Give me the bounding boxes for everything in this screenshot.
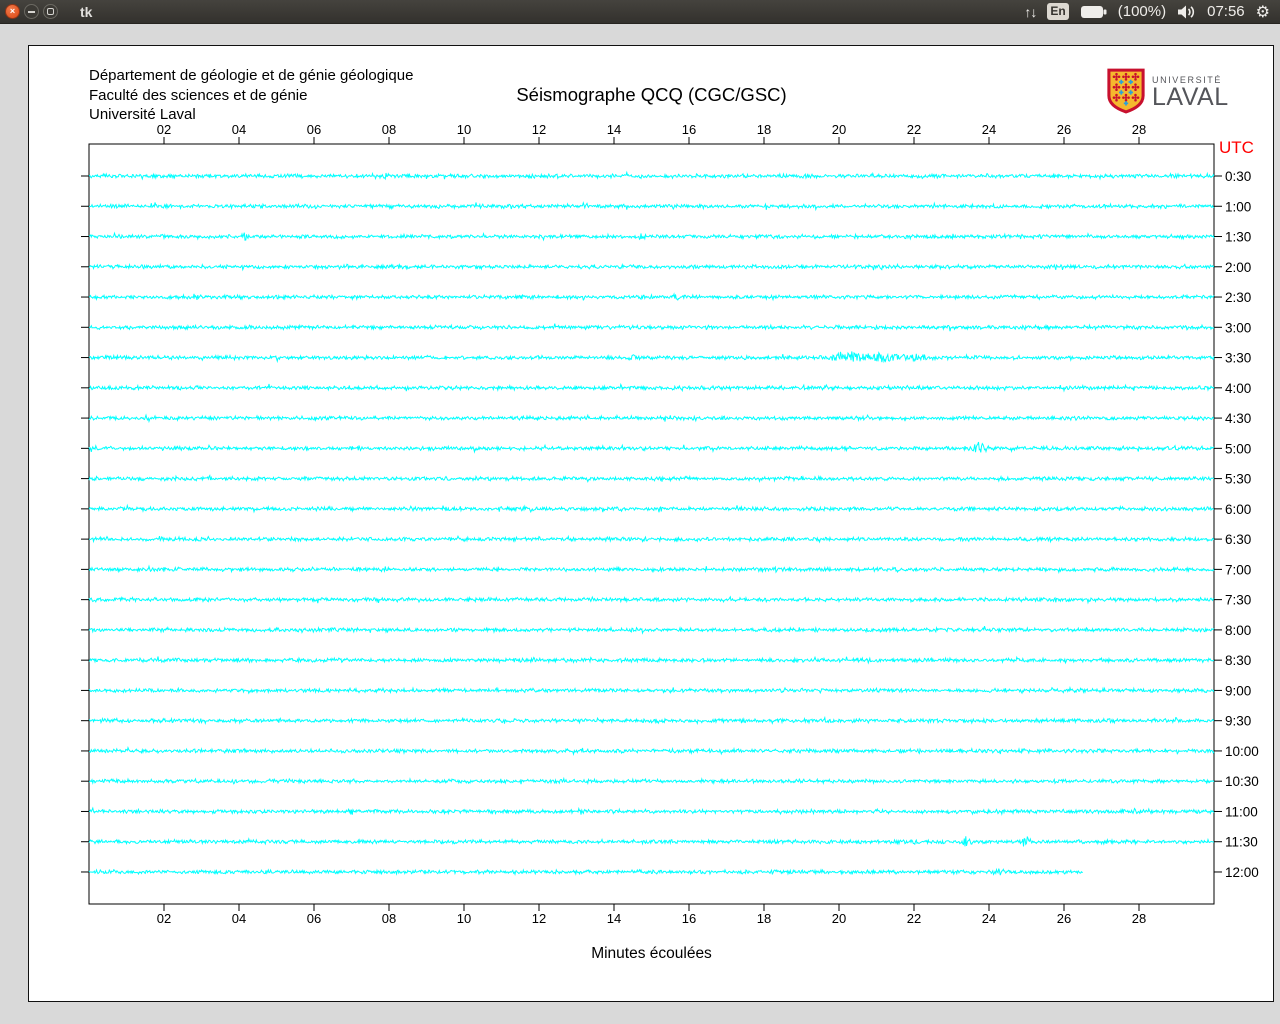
x-tick-label-bottom: 20 (832, 911, 846, 926)
seismogram-trace (88, 806, 1215, 816)
seismogram-trace (88, 746, 1215, 756)
seismogram-trace (88, 625, 1215, 635)
utc-row-label: 9:00 (1225, 683, 1251, 698)
minimize-button[interactable] (24, 4, 39, 19)
utc-row-label: 7:00 (1225, 562, 1251, 577)
utc-row-label: 11:30 (1225, 835, 1258, 850)
seismogram-trace (88, 170, 1215, 181)
utc-row-label: 3:00 (1225, 320, 1251, 335)
x-tick-label-bottom: 28 (1132, 911, 1146, 926)
utc-row-label: 6:30 (1225, 532, 1251, 547)
x-tick-label-top: 06 (307, 122, 321, 137)
seismogram-trace (88, 382, 1215, 393)
volume-icon[interactable] (1177, 5, 1196, 19)
utc-row-label: 1:00 (1225, 199, 1251, 214)
x-tick-label-bottom: 08 (382, 911, 396, 926)
maximize-button[interactable] (43, 4, 58, 19)
gear-icon[interactable]: ⚙ (1256, 2, 1270, 21)
x-tick-label-bottom: 06 (307, 911, 321, 926)
system-tray: ↑↓ En (100%) 07:56 ⚙ (1024, 2, 1280, 21)
x-tick-label-bottom: 12 (532, 911, 546, 926)
maximize-icon (47, 8, 54, 15)
keyboard-layout-indicator[interactable]: En (1047, 3, 1069, 20)
seismogram-plot: 02 02 04 04 06 06 08 08 10 10 12 12 14 14 16 16 18 18 20 20… (81, 122, 1259, 926)
utc-row-label: 8:00 (1225, 623, 1251, 638)
seismogram-trace (88, 292, 1215, 302)
x-tick-label-bottom: 14 (607, 911, 621, 926)
utc-row-label: 11:00 (1225, 804, 1258, 819)
utc-row-label: 7:30 (1225, 593, 1251, 608)
x-tick-label-top: 04 (232, 122, 246, 137)
x-tick-label-top: 24 (982, 122, 996, 137)
x-axis-title: Minutes écoulées (591, 945, 712, 962)
utc-row-label: 4:30 (1225, 411, 1251, 426)
x-tick-label-top: 02 (157, 122, 171, 137)
x-tick-label-bottom: 04 (232, 911, 246, 926)
seismogram-trace (88, 503, 1214, 514)
x-tick-label-bottom: 26 (1057, 911, 1071, 926)
x-tick-label-top: 26 (1057, 122, 1071, 137)
seismogram-trace (88, 715, 1215, 726)
window-controls: × (5, 4, 58, 19)
x-tick-label-top: 16 (682, 122, 696, 137)
utc-row-label: 10:30 (1225, 774, 1259, 789)
seismogram-trace (88, 595, 1215, 605)
seismogram-trace (88, 323, 1215, 332)
x-tick-label-top: 22 (907, 122, 921, 137)
utc-row-label: 2:30 (1225, 290, 1251, 305)
seismogram-trace (88, 564, 1215, 575)
x-tick-label-top: 10 (457, 122, 471, 137)
updown-arrows-icon[interactable]: ↑↓ (1024, 4, 1037, 20)
seismogram-trace (88, 655, 1215, 665)
x-tick-label-top: 20 (832, 122, 846, 137)
x-tick-label-bottom: 16 (682, 911, 696, 926)
top-menubar: × tk ↑↓ En (100%) 07:56 ⚙ (0, 0, 1280, 24)
x-tick-label-top: 12 (532, 122, 546, 137)
x-tick-label-bottom: 22 (907, 911, 921, 926)
seismogram-trace (88, 262, 1215, 272)
seismogram-trace (88, 474, 1215, 484)
seismogram-trace (89, 534, 1215, 544)
utc-row-label: 9:30 (1225, 714, 1251, 729)
seismogram-trace (88, 836, 1215, 847)
x-tick-label-bottom: 10 (457, 911, 471, 926)
seismogram-trace (88, 441, 1215, 454)
seismogram-trace (88, 231, 1215, 242)
x-tick-label-top: 28 (1132, 122, 1146, 137)
x-tick-label-bottom: 18 (757, 911, 771, 926)
utc-row-label: 1:30 (1225, 230, 1251, 245)
x-tick-label-bottom: 24 (982, 911, 996, 926)
utc-row-label: 6:00 (1225, 502, 1251, 517)
utc-row-label: 4:00 (1225, 381, 1251, 396)
utc-row-label: 5:30 (1225, 472, 1251, 487)
tk-window: Département de géologie et de génie géol… (28, 45, 1274, 1002)
seismogram-trace (88, 201, 1215, 212)
battery-icon[interactable] (1080, 5, 1107, 19)
seismogram-trace (88, 867, 1083, 877)
close-button[interactable]: × (5, 4, 20, 19)
seismogram-trace (88, 685, 1215, 695)
utc-row-label: 8:30 (1225, 653, 1251, 668)
x-tick-label-top: 14 (607, 122, 621, 137)
clock[interactable]: 07:56 (1207, 3, 1245, 20)
seismogram-trace (88, 413, 1215, 424)
utc-row-label: 5:00 (1225, 441, 1251, 456)
battery-percent: (100%) (1117, 3, 1167, 20)
window-title: tk (80, 3, 93, 20)
plot-border (88, 143, 1215, 905)
utc-row-label: 2:00 (1225, 260, 1251, 275)
utc-row-label: 12:00 (1225, 865, 1259, 880)
x-tick-label-top: 08 (382, 122, 396, 137)
utc-axis-title: UTC (1219, 138, 1254, 157)
seismogram-trace (88, 351, 1215, 364)
minimize-icon (28, 10, 35, 13)
utc-row-label: 0:30 (1225, 169, 1251, 184)
utc-row-label: 3:30 (1225, 351, 1251, 366)
utc-row-label: 10:00 (1225, 744, 1259, 759)
seismogram-trace (88, 776, 1215, 786)
x-tick-label-top: 18 (757, 122, 771, 137)
x-tick-label-bottom: 02 (157, 911, 171, 926)
